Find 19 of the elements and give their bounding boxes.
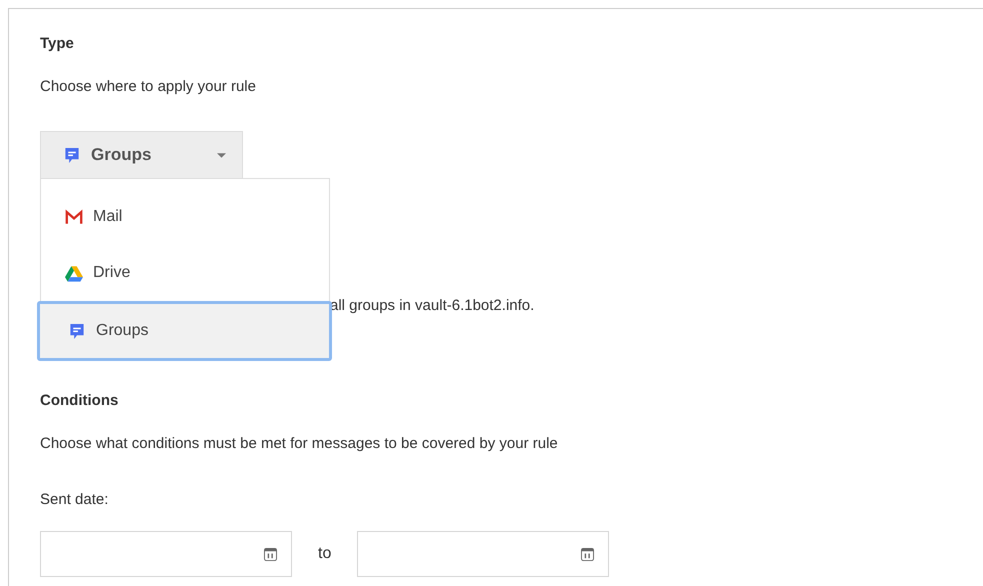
groups-icon bbox=[63, 146, 81, 164]
field-label: Sent date: bbox=[40, 491, 110, 509]
start-date-field[interactable] bbox=[40, 531, 292, 577]
groups-icon bbox=[68, 322, 86, 340]
section-title: Conditions bbox=[40, 392, 120, 410]
calendar-icon bbox=[581, 548, 594, 560]
caret-icon bbox=[217, 152, 226, 158]
separator-text: to bbox=[318, 545, 332, 563]
menu-option[interactable]: Groups bbox=[37, 301, 332, 361]
section-description: Choose what conditions must be met for messages to be covered by your rule bbox=[40, 435, 559, 453]
type-dropdown[interactable]: Groups bbox=[40, 131, 243, 179]
drive-icon bbox=[65, 264, 83, 282]
calendar-icon bbox=[264, 548, 277, 560]
end-date-field[interactable] bbox=[357, 531, 610, 577]
menu-option[interactable]: Drive bbox=[41, 245, 329, 301]
mail-icon bbox=[65, 208, 83, 226]
menu-option[interactable]: Mail bbox=[41, 189, 329, 245]
section-title: Type bbox=[40, 35, 75, 53]
section-description: Choose where to apply your rule bbox=[40, 78, 257, 96]
